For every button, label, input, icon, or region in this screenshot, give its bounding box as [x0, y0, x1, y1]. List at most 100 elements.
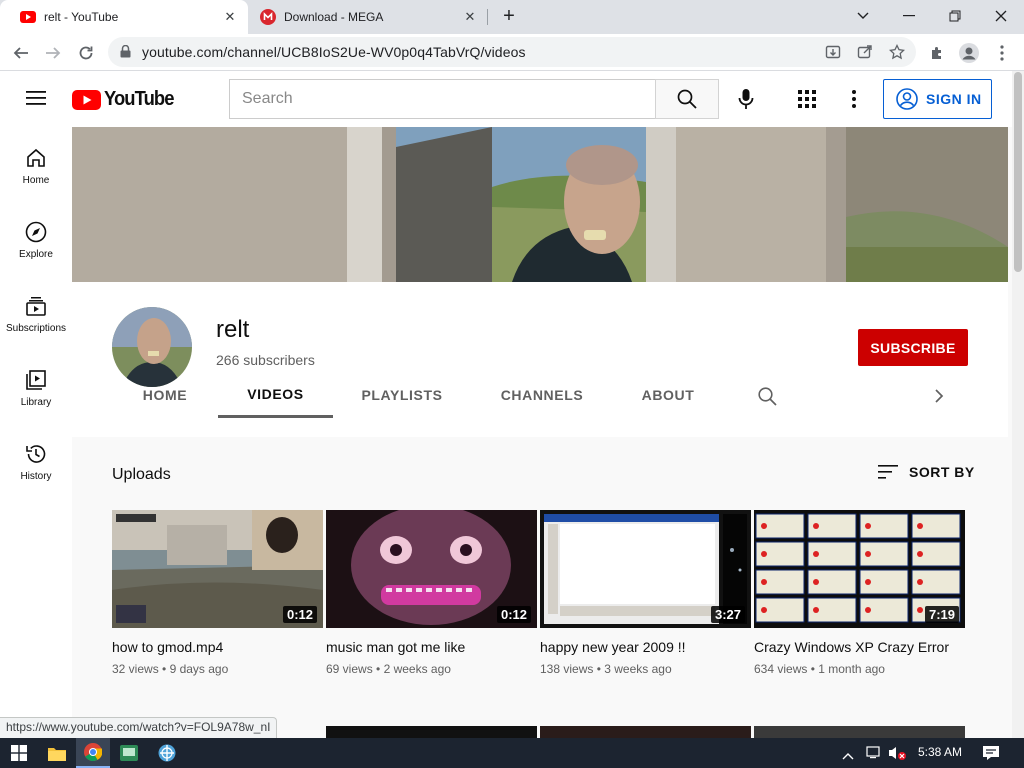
tab-youtube[interactable]: relt - YouTube ✕	[0, 0, 248, 34]
view-count: 634 views	[754, 662, 808, 676]
network-icon[interactable]	[866, 745, 882, 766]
video-card[interactable]: 7:19 Crazy Windows XP Crazy Error 634 vi…	[754, 510, 965, 676]
sidebar-item-label: Subscriptions	[5, 323, 67, 334]
sort-by-button[interactable]: SORT BY	[878, 464, 975, 480]
clock-time[interactable]: 5:38 AM	[918, 745, 962, 759]
microphone-icon[interactable]	[737, 88, 755, 115]
sidebar-item-home[interactable]: Home	[0, 127, 72, 201]
sidebar-item-history[interactable]: History	[0, 423, 72, 497]
video-thumbnail[interactable]	[754, 726, 965, 738]
video-thumbnail[interactable]: 7:19	[754, 510, 965, 628]
video-duration: 0:12	[282, 606, 317, 623]
sidebar-item-explore[interactable]: Explore	[0, 201, 72, 275]
channel-search-icon[interactable]	[758, 387, 777, 411]
browser-taskbar-icon[interactable]	[150, 738, 184, 768]
menu-dots-icon[interactable]	[991, 42, 1013, 64]
notifications-icon[interactable]	[982, 745, 1000, 766]
back-icon[interactable]	[8, 40, 34, 66]
tab-playlists[interactable]: PLAYLISTS	[352, 372, 452, 418]
tab-home[interactable]: HOME	[130, 372, 200, 418]
lock-icon[interactable]	[120, 44, 131, 63]
video-duration: 3:27	[710, 606, 745, 623]
extensions-icon[interactable]	[926, 42, 948, 64]
file-explorer-icon[interactable]	[40, 738, 74, 768]
youtube-logo-text: YouTube	[104, 88, 174, 110]
upload-age: 2 weeks ago	[383, 662, 451, 676]
guide-sidebar: Home Explore Subscriptions Library Histo…	[0, 127, 72, 738]
video-thumbnail[interactable]: 0:12	[112, 510, 323, 628]
video-title[interactable]: music man got me like	[326, 637, 537, 657]
video-thumbnail[interactable]	[326, 726, 537, 738]
account-icon	[896, 88, 918, 110]
tab-mega[interactable]: Download - MEGA ✕	[240, 0, 488, 34]
channel-name: relt	[216, 316, 250, 343]
video-title[interactable]: happy new year 2009 !!	[540, 637, 751, 657]
profile-icon[interactable]	[958, 42, 980, 64]
search-button[interactable]	[655, 79, 719, 119]
video-thumbnail[interactable]: 0:12	[326, 510, 537, 628]
volume-muted-icon[interactable]	[888, 745, 906, 766]
sign-in-button[interactable]: SIGN IN	[883, 79, 992, 119]
video-metadata: 32 views • 9 days ago	[112, 662, 229, 676]
sidebar-item-label: History	[20, 471, 52, 482]
sort-icon	[878, 465, 898, 479]
chrome-taskbar-icon[interactable]	[76, 738, 110, 768]
sidebar-item-library[interactable]: Library	[0, 349, 72, 423]
youtube-logo-icon	[72, 89, 101, 110]
channel-banner-image	[72, 127, 1008, 282]
url-text: youtube.com/channel/UCB8IoS2Ue-WV0p0q4Ta…	[142, 44, 526, 60]
video-metadata: 138 views • 3 weeks ago	[540, 662, 672, 676]
video-card[interactable]: 0:12 how to gmod.mp4 32 views • 9 days a…	[112, 510, 323, 676]
video-thumbnail[interactable]	[540, 726, 751, 738]
address-bar[interactable]: youtube.com/channel/UCB8IoS2Ue-WV0p0q4Ta…	[108, 37, 916, 67]
youtube-logo[interactable]: YouTube	[72, 88, 180, 111]
video-thumbnail[interactable]: 3:27	[540, 510, 751, 628]
mega-favicon	[260, 9, 276, 25]
uploads-section: Uploads SORT BY 0:12 how to gmod.mp4 32 …	[72, 437, 1008, 738]
video-title[interactable]: Crazy Windows XP Crazy Error	[754, 637, 965, 657]
link-status-bar: https://www.youtube.com/watch?v=FOL9A78w…	[0, 717, 278, 738]
minimize-icon[interactable]	[895, 4, 923, 28]
sidebar-item-label: Library	[20, 397, 52, 408]
upload-age: 9 days ago	[169, 662, 229, 676]
app-taskbar-icon[interactable]	[112, 738, 146, 768]
browser-tab-strip: relt - YouTube ✕ Download - MEGA ✕ +	[0, 0, 1024, 34]
subscribe-button[interactable]: SUBSCRIBE	[858, 329, 968, 366]
video-title[interactable]: how to gmod.mp4	[112, 637, 323, 657]
scrollbar-thumb[interactable]	[1014, 72, 1022, 272]
view-count: 138 views	[540, 662, 594, 676]
sidebar-item-label: Home	[22, 175, 50, 186]
search-placeholder: Search	[242, 90, 293, 107]
hamburger-menu-icon[interactable]	[26, 90, 46, 111]
tab-videos[interactable]: VIDEOS	[218, 372, 333, 418]
tab-title: Download - MEGA	[284, 10, 384, 24]
settings-dots-icon[interactable]	[852, 90, 856, 113]
close-window-icon[interactable]	[987, 4, 1015, 28]
video-card[interactable]: 3:27 happy new year 2009 !! 138 views • …	[540, 510, 751, 676]
install-app-icon[interactable]	[822, 41, 844, 63]
section-title: Uploads	[112, 466, 171, 483]
windows-start-icon[interactable]	[2, 738, 36, 768]
youtube-page: YouTube Search SIGN IN Home Explore Subs…	[0, 71, 1024, 738]
video-duration: 7:19	[924, 606, 959, 623]
restore-icon[interactable]	[941, 4, 969, 28]
tab-about[interactable]: ABOUT	[632, 372, 704, 418]
share-icon[interactable]	[854, 41, 876, 63]
tab-channels[interactable]: CHANNELS	[492, 372, 592, 418]
video-card[interactable]: 0:12 music man got me like 69 views • 2 …	[326, 510, 537, 676]
forward-icon[interactable]	[40, 40, 66, 66]
tab-search-icon[interactable]	[849, 4, 877, 28]
chevron-up-icon[interactable]	[842, 747, 854, 765]
close-tab-icon[interactable]: ✕	[462, 9, 478, 25]
chevron-right-icon[interactable]	[934, 388, 944, 409]
browser-toolbar: youtube.com/channel/UCB8IoS2Ue-WV0p0q4Ta…	[0, 34, 1024, 71]
upload-age: 1 month ago	[818, 662, 885, 676]
new-tab-icon[interactable]: +	[495, 4, 523, 28]
view-count: 32 views	[112, 662, 159, 676]
reload-icon[interactable]	[73, 40, 99, 66]
search-input[interactable]: Search	[229, 79, 656, 119]
bookmark-star-icon[interactable]	[886, 41, 908, 63]
close-tab-icon[interactable]: ✕	[222, 9, 238, 25]
apps-grid-icon[interactable]	[798, 90, 816, 113]
sidebar-item-subscriptions[interactable]: Subscriptions	[0, 275, 72, 349]
